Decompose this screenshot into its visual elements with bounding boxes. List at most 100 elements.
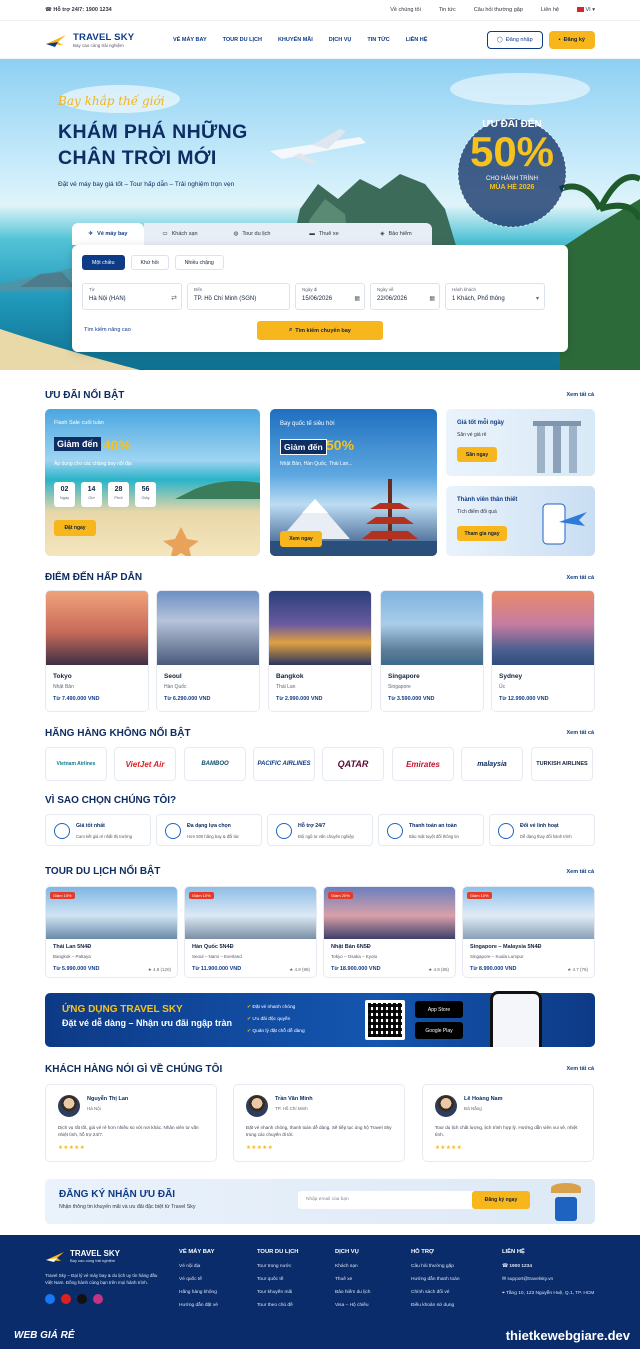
rating-stars-icon: ★★★★★ [435,1145,463,1151]
tour-card-thailand[interactable]: Giảm 15% Thái Lan 5N4Đ Bangkok – Pattaya Từ… [45,886,178,978]
newsletter-subscribe-button[interactable]: Đăng ký ngay [472,1191,530,1209]
tab-insurance[interactable]: ◈ Bảo hiểm [360,223,432,245]
passengers-select[interactable]: Hành khách 1 Khách, Phổ thông ▾ [445,283,545,310]
footer-col-tours: TOUR DU LỊCH Tour trong nước Tour quốc tế T… [257,1249,299,1308]
language-select[interactable]: VI ▾ [576,7,595,13]
menu-contact[interactable]: LIÊN HỆ [406,37,428,43]
brand-tagline: Bay cao cùng trải nghiệm [73,42,124,48]
watermark-logo: WEB GIÁ RẺ [14,1330,75,1341]
countdown-minutes: 28 Phút [108,482,129,507]
countdown-hours: 14 Giờ [81,482,102,507]
menu-tours[interactable]: TOUR DU LỊCH [223,37,262,43]
search-flights-button[interactable]: ⌕ Tìm kiếm chuyến bay [257,321,383,340]
instagram-icon[interactable] [93,1294,103,1304]
menu-flights[interactable]: VÉ MÁY BAY [173,37,207,43]
tour-card-korea[interactable]: Giảm 10% Hàn Quốc 5N4Đ Seoul – Nami – Ever… [184,886,317,978]
deal-card-international[interactable]: Bay quốc tế siêu hời Giảm đến 50% Nhật B… [270,409,437,556]
swap-icon[interactable]: ⇄ [171,294,177,302]
why-item-variety: Đa dạng lựa chọn Hơn 500 hãng bay & đối t… [156,814,262,846]
see-all-deals[interactable]: Xem tất cả [566,392,594,398]
city-skyline-image [533,421,581,473]
to-field[interactable]: Đến TP. Hồ Chí Minh (SGN) [187,283,290,310]
book-now-button[interactable]: Đặt ngay [54,520,96,536]
countdown-days: 02 Ngày [54,482,75,507]
link-faq[interactable]: Câu hỏi thường gặp [474,7,523,13]
tiktok-icon[interactable] [77,1294,87,1304]
see-all-airlines[interactable]: Xem tất cả [566,730,594,736]
login-button[interactable]: ◯ Đăng nhập [486,30,543,49]
destination-card-singapore[interactable]: Singapore Singapore Từ 3.590.000 VND [380,590,484,712]
from-field[interactable]: Từ Hà Nội (HAN) ⇄ [82,283,182,310]
airline-malaysia[interactable]: malaysia [461,747,523,781]
menu-services[interactable]: DỊCH VỤ [329,37,352,43]
see-all-tours[interactable]: Xem tất cả [566,869,594,875]
tab-flights[interactable]: ✈ Vé máy bay [72,223,144,245]
footer-col-services: DỊCH VỤ Khách sạn Thuê xe Bảo hiểm du lịch V… [335,1249,371,1308]
airline-emirates[interactable]: Emirates [392,747,454,781]
plane-icon [165,823,181,839]
destination-card-bangkok[interactable]: Bangkok Thái Lan Từ 2.990.000 VND [268,590,372,712]
newsletter-subtitle: Nhận thông tin khuyến mãi và ưu đãi đặc … [59,1204,196,1210]
trip-multi-city[interactable]: Nhiều chặng [174,255,224,270]
menu-promotions[interactable]: KHUYẾN MÃI [278,37,313,43]
search-tabs: ✈ Vé máy bay ▭ Khách sạn ◍ Tour du lịch ▬ Th… [72,223,432,245]
hunt-now-button[interactable]: Săn ngay [457,447,497,462]
link-news[interactable]: Tin tức [439,7,456,13]
tab-hotels[interactable]: ▭ Khách sạn [144,223,216,245]
advanced-search-link[interactable]: Tìm kiếm nâng cao [84,327,131,333]
qr-code [365,1000,405,1040]
deal-card-daily-price[interactable]: Giá tốt mỗi ngày Săn vé giá rẻ Săn ngay [446,409,595,476]
hero-subtitle: Đặt vé máy bay giá tốt – Tour hấp dẫn – … [58,181,235,188]
view-now-button[interactable]: Xem ngay [280,531,322,547]
flag-icon [576,7,584,13]
register-button[interactable]: ▪ Đăng ký [548,30,595,49]
see-all-destinations[interactable]: Xem tất cả [566,575,594,581]
bed-icon: ▭ [162,231,168,237]
hero-title: KHÁM PHÁ NHỮNG CHÂN TRỜI MỚI [58,121,248,169]
destination-card-seoul[interactable]: Seoul Hàn Quốc Từ 6.290.000 VND [156,590,260,712]
airline-bamboo[interactable]: BAMBOO [184,747,246,781]
link-contact[interactable]: Liên hệ [541,7,559,13]
deal-card-flash-sale[interactable]: Flash Sale cuối tuần Giảm đến 40% Áp dụn… [45,409,260,556]
tour-card-singapore-malaysia[interactable]: Giảm 10% Singapore – Malaysia 5N4Đ Singapo… [462,886,595,978]
deal-card-membership[interactable]: Thành viên thân thiết Tích điểm đổi quà … [446,486,595,556]
tab-tours[interactable]: ◍ Tour du lịch [216,223,288,245]
see-all-testimonials[interactable]: Xem tất cả [566,1066,594,1072]
menu-news[interactable]: TIN TỨC [367,37,389,43]
app-store-button[interactable]: App Store [415,1001,463,1018]
destination-card-tokyo[interactable]: Tokyo Nhật Bản Từ 7.490.000 VND [45,590,149,712]
link-about[interactable]: Về chúng tôi [390,7,421,13]
tour-card-japan[interactable]: Giảm 20% Nhật Bản 6N5Đ Tokyo – Osaka – Kyo… [323,886,456,978]
footer: TRAVEL SKY Bay cao cùng trải nghiệm Trave… [0,1235,640,1349]
hotline[interactable]: ☎ Hỗ trợ 24/7: 1900 1234 [45,7,112,13]
user-icon: ◯ [496,36,503,43]
facebook-icon[interactable] [45,1294,55,1304]
promo-badge: ƯU ĐÃI ĐẾN 50% CHO HÀNH TRÌNH MÙA HÈ 202… [452,117,572,228]
trip-one-way[interactable]: Một chiều [82,255,125,270]
google-play-button[interactable]: Google Play [415,1022,463,1039]
why-item-support: Hỗ trợ 24/7 Đội ngũ tư vấn chuyên nghiệp [267,814,373,846]
airline-vietnam-airlines[interactable]: Vietnam Airlines [45,747,107,781]
hero-slogan: Bay khắp thế giới [58,94,165,108]
singapore-malaysia-tour-image: Giảm 10% [463,887,594,939]
return-date-field[interactable]: Ngày về 22/06/2026 ▦ [370,283,440,310]
section-title-why: VÌ SAO CHỌN CHÚNG TÔI? [45,795,177,806]
depart-date-field[interactable]: Ngày đi 15/06/2026 ▦ [295,283,365,310]
destination-card-sydney[interactable]: Sydney Úc Từ 12.990.000 VND [491,590,595,712]
avatar [58,1095,80,1117]
app-promo-banner: ỨNG DỤNG TRAVEL SKY Đặt vé dễ dàng – Nhậ… [45,991,595,1047]
footer-col-contact: LIÊN HỆ ☎ 1900 1234 ✉ support@travelsky.vn… [502,1249,595,1296]
youtube-icon[interactable] [61,1294,71,1304]
join-now-button[interactable]: Tham gia ngay [457,526,507,541]
newsletter-email-input[interactable]: Nhập email của bạn [298,1191,478,1209]
airline-vietjet[interactable]: VietJet Air [114,747,176,781]
header: TRAVEL SKY Bay cao cùng trải nghiệm VÉ MÁ… [0,21,640,59]
airline-qatar[interactable]: QATAR [322,747,384,781]
tab-car-rental[interactable]: ▬ Thuê xe [288,223,360,245]
airline-turkish[interactable]: TURKISH AIRLINES [531,747,593,781]
trip-round-trip[interactable]: Khứ hồi [130,255,169,270]
airline-pacific[interactable]: PACIFIC AIRLINES [253,747,315,781]
avatar [246,1095,268,1117]
japan-tour-image: Giảm 20% [324,887,455,939]
logo[interactable]: TRAVEL SKY Bay cao cùng trải nghiệm [45,32,173,48]
